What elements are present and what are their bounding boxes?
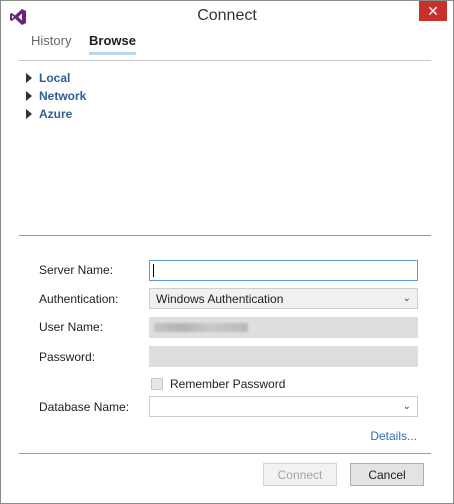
redacted-user-name [154,323,248,332]
tabs-divider [19,60,431,61]
database-name-select[interactable]: ⌄ [149,396,418,417]
close-icon: ✕ [427,2,439,19]
remember-password-checkbox[interactable] [151,378,163,390]
database-name-label: Database Name: [39,400,130,414]
remember-password-label[interactable]: Remember Password [170,377,285,391]
footer-divider [19,453,431,454]
authentication-value: Windows Authentication [156,292,284,306]
user-name-label: User Name: [39,320,104,334]
expand-arrow-icon[interactable] [26,109,32,119]
chevron-down-icon: ⌄ [402,401,411,412]
password-label: Password: [39,350,96,364]
expand-arrow-icon[interactable] [26,91,32,101]
close-button[interactable]: ✕ [419,1,447,21]
cancel-button[interactable]: Cancel [350,463,424,486]
details-link[interactable]: Details... [370,429,417,443]
tree-item-local[interactable]: Local [25,69,86,87]
title-bar: Connect ✕ [1,1,453,31]
connect-dialog: Connect ✕ History Browse Local Network A… [0,0,454,504]
authentication-label: Authentication: [39,292,119,306]
expand-arrow-icon[interactable] [26,73,32,83]
text-cursor [153,264,154,277]
authentication-select[interactable]: Windows Authentication ⌄ [149,288,418,309]
tab-browse[interactable]: Browse [89,33,136,55]
tab-history[interactable]: History [31,33,71,52]
chevron-down-icon: ⌄ [402,293,411,304]
section-divider [19,235,431,236]
tree-item-label: Azure [39,107,73,121]
connect-button[interactable]: Connect [263,463,337,486]
password-field [149,346,418,367]
tree-item-label: Local [39,71,71,85]
tree-item-label: Network [39,89,87,103]
user-name-field [149,317,418,338]
server-name-label: Server Name: [39,263,114,277]
tree-item-network[interactable]: Network [25,87,86,105]
server-name-input[interactable] [149,260,418,281]
tree-item-azure[interactable]: Azure [25,105,86,123]
window-title: Connect [197,7,257,24]
server-tree: Local Network Azure [25,69,86,123]
